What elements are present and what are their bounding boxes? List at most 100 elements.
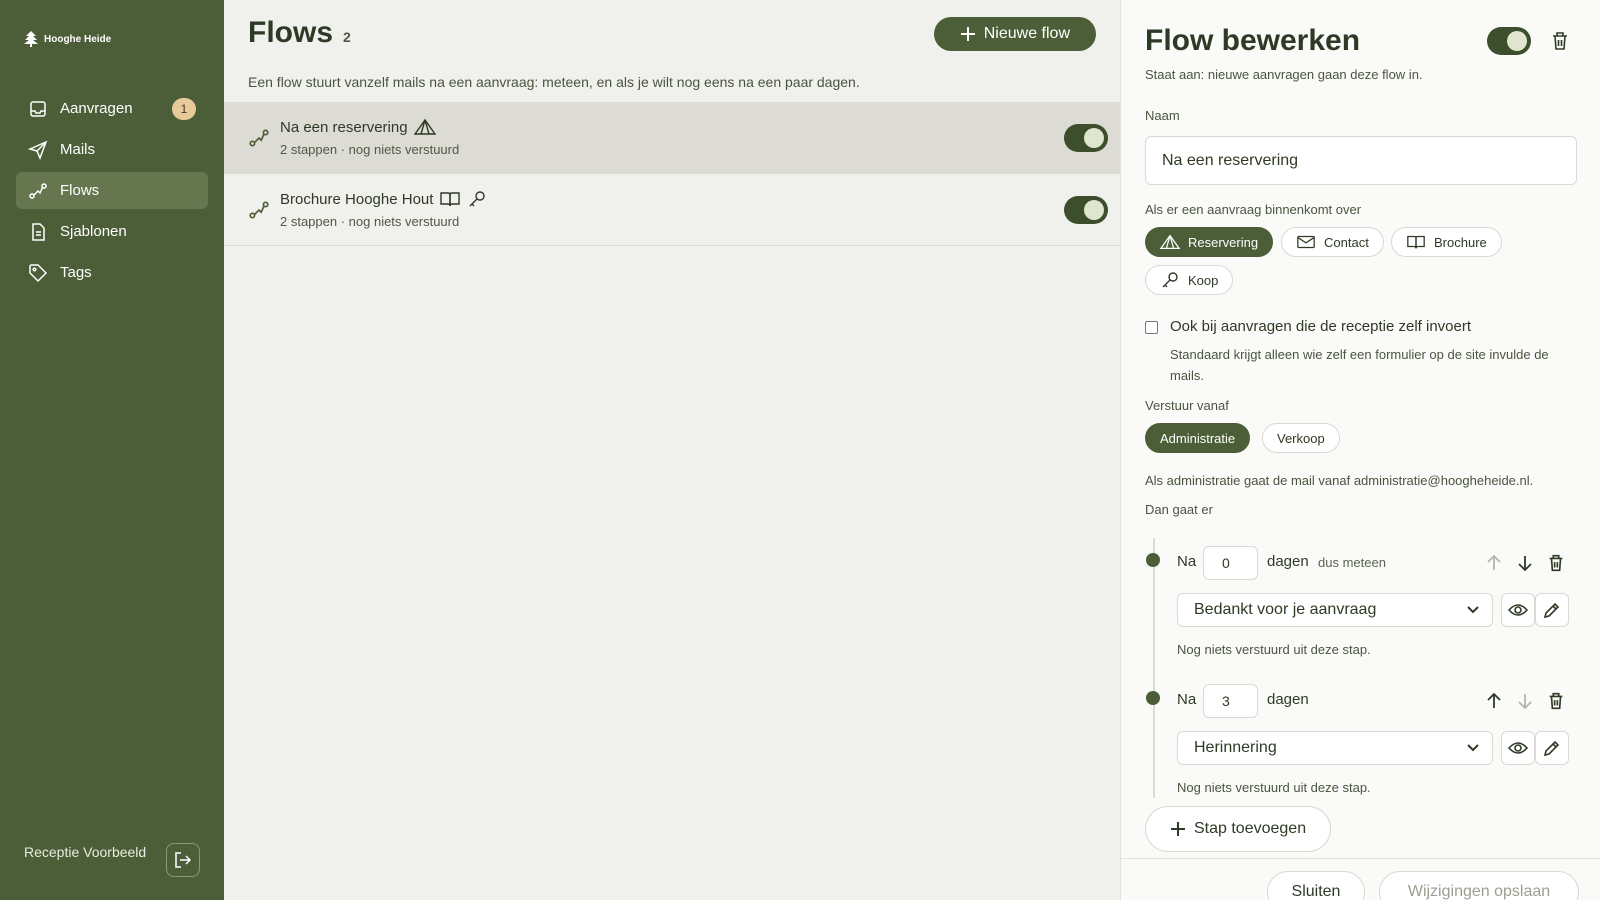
panel-enabled-toggle[interactable]	[1487, 27, 1531, 55]
trigger-label: Als er een aanvraag binnenkomt over	[1145, 202, 1362, 217]
move-down-button[interactable]	[1514, 690, 1536, 712]
trigger-chip-reservering[interactable]: Reservering	[1145, 227, 1274, 257]
new-flow-label: Nieuwe flow	[983, 25, 1070, 42]
delete-step-button[interactable]	[1545, 552, 1567, 574]
save-button-label: Wijzigingen opslaan	[1407, 883, 1551, 900]
step-days-input[interactable]	[1203, 684, 1258, 718]
user-name: Receptie Voorbeeld	[24, 844, 147, 860]
flow-enabled-toggle[interactable]	[1064, 196, 1108, 224]
brand-name: Hooghe Heide	[44, 33, 112, 45]
trigger-chip-contact[interactable]: Contact	[1281, 227, 1384, 257]
template-select[interactable]: Bedankt voor je aanvraag	[1177, 593, 1493, 627]
send-icon	[28, 140, 48, 160]
logout-button[interactable]	[166, 843, 200, 877]
flow-name-text: Brochure Hooghe Hout	[280, 190, 434, 208]
sidebar-item-label: Aanvragen	[60, 100, 133, 117]
flow-name: Na een reservering	[280, 118, 459, 136]
eye-icon	[1508, 604, 1528, 616]
brand-logo[interactable]: Hooghe Heide	[22, 30, 111, 48]
save-button[interactable]: Wijzigingen opslaan	[1379, 871, 1579, 900]
chevron-down-icon	[1467, 606, 1479, 614]
template-select-value: Bedankt voor je aanvraag	[1194, 601, 1377, 618]
panel-footer: Sluiten Wijzigingen opslaan	[1121, 858, 1600, 900]
sidebar-item-aanvragen[interactable]: Aanvragen 1	[16, 90, 208, 127]
sidebar-item-mails[interactable]: Mails	[16, 131, 208, 168]
template-select-value: Herinnering	[1194, 739, 1277, 756]
key-icon	[1162, 272, 1178, 288]
main-content: Flows 2 Nieuwe flow Een flow stuurt vanz…	[224, 0, 1120, 900]
sidebar-item-label: Mails	[60, 141, 96, 158]
add-step-label: Stap toevoegen	[1194, 820, 1307, 837]
flow-texts: Brochure Hooghe Hout 2 stappen · nog nie…	[280, 190, 487, 229]
sidebar-item-flows[interactable]: Flows	[16, 172, 208, 209]
step-unit: dagen	[1267, 691, 1309, 708]
trigger-chip-koop[interactable]: Koop	[1145, 265, 1234, 295]
key-icon	[469, 191, 486, 207]
arrow-down-icon	[1518, 556, 1532, 572]
trash-icon	[1549, 692, 1563, 710]
chevron-down-icon	[1467, 744, 1479, 752]
flow-texts: Na een reservering 2 stappen · nog niets…	[280, 118, 460, 158]
arrow-up-icon	[1487, 554, 1501, 570]
reception-help-text: Standaard krijgt alleen wie zelf een for…	[1170, 347, 1549, 383]
reception-checkbox-label: Ook bij aanvragen die de receptie zelf i…	[1170, 318, 1472, 335]
delete-flow-button[interactable]	[1549, 30, 1571, 52]
flow-name-input[interactable]	[1145, 136, 1577, 185]
flow-list: Na een reservering 2 stappen · nog niets…	[224, 102, 1120, 246]
close-button-label: Sluiten	[1291, 883, 1341, 900]
trash-icon	[1549, 554, 1563, 572]
delete-step-button[interactable]	[1545, 690, 1567, 712]
route-icon	[249, 128, 269, 147]
sender-chip-administratie[interactable]: Administratie	[1145, 423, 1251, 453]
sender-label: Verstuur vanaf	[1145, 398, 1229, 413]
sender-chip-verkoop[interactable]: Verkoop	[1262, 423, 1340, 453]
step-note: Nog niets verstuurd uit deze stap.	[1177, 642, 1371, 657]
sidebar-item-sjablonen[interactable]: Sjablonen	[16, 213, 208, 250]
close-button[interactable]: Sluiten	[1267, 871, 1365, 900]
template-select[interactable]: Herinnering	[1177, 731, 1493, 765]
flow-name: Brochure Hooghe Hout	[280, 190, 487, 208]
preview-button[interactable]	[1501, 731, 1535, 765]
trash-icon	[1553, 32, 1567, 50]
tag-icon	[29, 263, 48, 282]
chip-label: Reservering	[1188, 234, 1259, 250]
edit-template-button[interactable]	[1535, 731, 1569, 765]
pencil-icon	[1543, 740, 1560, 757]
flow-enabled-toggle[interactable]	[1064, 124, 1108, 152]
tent-icon	[413, 118, 436, 135]
add-step-button[interactable]: Stap toevoegen	[1145, 806, 1332, 852]
reception-checkbox[interactable]	[1145, 321, 1158, 334]
panel-title: Flow bewerken	[1145, 24, 1361, 57]
move-up-button[interactable]	[1483, 690, 1505, 712]
edit-template-button[interactable]	[1535, 593, 1569, 627]
move-down-button[interactable]	[1514, 552, 1536, 574]
route-icon	[29, 182, 47, 199]
edit-flow-panel: Flow bewerken Staat aan: nieuwe aanvrage…	[1120, 0, 1600, 900]
chip-label: Brochure	[1434, 234, 1487, 250]
chip-label: Administratie	[1160, 430, 1236, 446]
move-up-button[interactable]	[1483, 552, 1505, 574]
chip-label: Contact	[1324, 234, 1369, 250]
flow-row[interactable]: Na een reservering 2 stappen · nog niets…	[224, 102, 1120, 174]
tent-icon	[1160, 234, 1180, 249]
step-prefix: Na	[1177, 553, 1197, 570]
flow-row[interactable]: Brochure Hooghe Hout 2 stappen · nog nie…	[224, 174, 1120, 246]
plus-icon	[1171, 822, 1185, 836]
eye-icon	[1508, 742, 1528, 754]
trigger-chip-brochure[interactable]: Brochure	[1391, 227, 1502, 257]
flow-count: 2	[343, 29, 351, 45]
sender-note: Als administratie gaat de mail vanaf adm…	[1145, 473, 1534, 488]
plus-icon	[960, 27, 975, 41]
preview-button[interactable]	[1501, 593, 1535, 627]
flow-meta: 2 stappen · nog niets verstuurd	[280, 142, 460, 157]
pencil-icon	[1543, 602, 1560, 619]
step-note: Nog niets verstuurd uit deze stap.	[1177, 780, 1371, 795]
arrow-down-icon	[1518, 694, 1532, 710]
sidebar-item-tags[interactable]: Tags	[16, 254, 208, 291]
step-days-input[interactable]	[1203, 546, 1258, 580]
notification-badge: 1	[172, 98, 196, 120]
tree-icon	[24, 31, 38, 47]
new-flow-button[interactable]: Nieuwe flow	[933, 17, 1096, 51]
document-icon	[32, 222, 45, 241]
step-dot	[1146, 553, 1160, 567]
